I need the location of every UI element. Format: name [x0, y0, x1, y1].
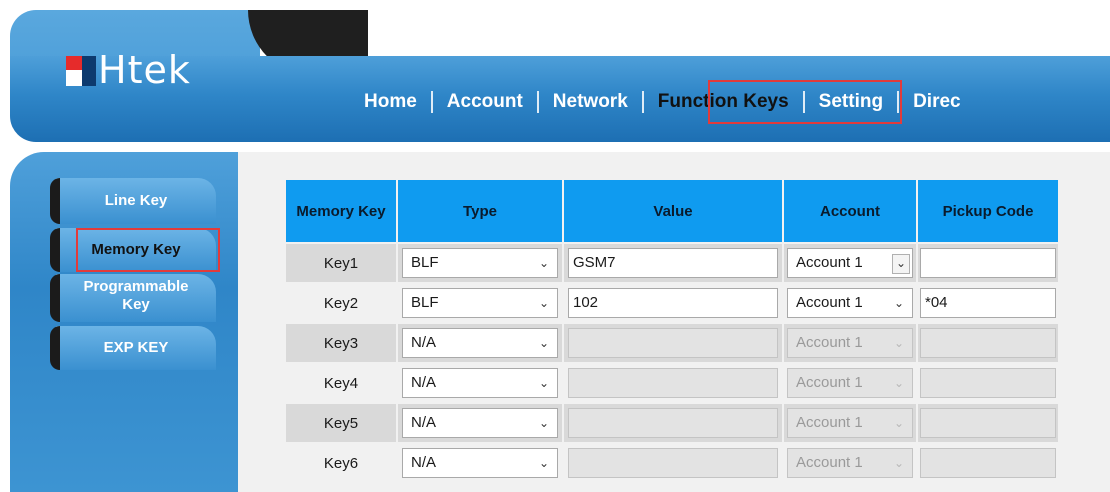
key-name: Key2 — [286, 284, 396, 322]
chevron-down-icon: ⌄ — [538, 456, 549, 470]
key-name: Key5 — [286, 404, 396, 442]
pickup-code-input — [920, 448, 1056, 478]
sidebar-item-line-key[interactable]: Line Key — [50, 178, 216, 224]
account-select: Account 1 ⌄ — [787, 408, 913, 438]
account-value: Account 1 — [796, 454, 863, 471]
chevron-down-icon: ⌄ — [538, 296, 549, 310]
column-header: Type — [398, 180, 562, 242]
sidebar-active-highlight — [76, 228, 220, 272]
nav-home[interactable]: Home — [350, 91, 431, 113]
value-input — [568, 328, 778, 358]
column-header: Memory Key — [286, 180, 396, 242]
pickup-code-input[interactable]: *04 — [920, 288, 1056, 318]
value-input — [568, 368, 778, 398]
type-select[interactable]: N/A ⌄ — [402, 448, 558, 478]
chevron-down-icon: ⌄ — [892, 254, 910, 274]
nav-network[interactable]: Network — [539, 91, 642, 113]
account-value: Account 1 — [796, 374, 863, 391]
chevron-down-icon: ⌄ — [893, 296, 904, 310]
sidebar-item-programmable-key[interactable]: Programmable Key — [50, 274, 216, 322]
chevron-down-icon: ⌄ — [538, 416, 549, 430]
logo-text: Htek — [98, 48, 191, 92]
value-input — [568, 448, 778, 478]
pickup-code-input — [920, 328, 1056, 358]
value-input — [568, 408, 778, 438]
table-row: Key2 BLF ⌄ 102 Account 1 ⌄ *04 — [286, 284, 1058, 322]
key-name: Key3 — [286, 324, 396, 362]
chevron-down-icon: ⌄ — [893, 456, 904, 470]
type-value: N/A — [411, 374, 437, 391]
type-value: BLF — [411, 254, 439, 271]
key-name: Key1 — [286, 244, 396, 282]
memory-key-table: Memory Key Type Value Account Pickup Cod… — [284, 178, 1060, 484]
type-value: BLF — [411, 294, 439, 311]
account-select: Account 1 ⌄ — [787, 448, 913, 478]
pickup-code-input — [920, 368, 1056, 398]
type-select[interactable]: N/A ⌄ — [402, 368, 558, 398]
table-row: Key1 BLF ⌄ GSM7 Account 1 ⌄ — [286, 244, 1058, 282]
type-select[interactable]: BLF ⌄ — [402, 248, 558, 278]
sidebar-item-label: EXP KEY — [103, 339, 169, 356]
table-row: Key3 N/A ⌄ Account 1 ⌄ — [286, 324, 1058, 362]
account-value: Account 1 — [796, 254, 863, 271]
column-header: Account — [784, 180, 916, 242]
nav-directory[interactable]: Direc — [899, 91, 975, 113]
chevron-down-icon: ⌄ — [893, 376, 904, 390]
chevron-down-icon: ⌄ — [893, 416, 904, 430]
nav-active-highlight — [708, 80, 902, 124]
type-select[interactable]: BLF ⌄ — [402, 288, 558, 318]
account-value: Account 1 — [796, 414, 863, 431]
type-value: N/A — [411, 414, 437, 431]
type-value: N/A — [411, 454, 437, 471]
sidebar-item-label: Key — [122, 296, 150, 313]
account-select: Account 1 ⌄ — [787, 368, 913, 398]
chevron-down-icon: ⌄ — [538, 336, 549, 350]
sidebar-item-label: Line Key — [104, 192, 168, 209]
table-row: Key6 N/A ⌄ Account 1 ⌄ — [286, 444, 1058, 482]
type-select[interactable]: N/A ⌄ — [402, 408, 558, 438]
chevron-down-icon: ⌄ — [538, 256, 549, 270]
table-row: Key5 N/A ⌄ Account 1 ⌄ — [286, 404, 1058, 442]
sidebar-item-exp-key[interactable]: EXP KEY — [50, 326, 216, 370]
value-input[interactable]: GSM7 — [568, 248, 778, 278]
value-input[interactable]: 102 — [568, 288, 778, 318]
type-value: N/A — [411, 334, 437, 351]
chevron-down-icon: ⌄ — [538, 376, 549, 390]
pickup-code-input — [920, 408, 1056, 438]
sidebar-item-label: Programmable — [83, 278, 189, 295]
pickup-code-input[interactable] — [920, 248, 1056, 278]
nav-account[interactable]: Account — [433, 91, 537, 113]
column-header: Value — [564, 180, 782, 242]
account-select: Account 1 ⌄ — [787, 328, 913, 358]
column-header: Pickup Code — [918, 180, 1058, 242]
account-value: Account 1 — [796, 294, 863, 311]
table-row: Key4 N/A ⌄ Account 1 ⌄ — [286, 364, 1058, 402]
key-name: Key4 — [286, 364, 396, 402]
account-select[interactable]: Account 1 ⌄ — [787, 248, 913, 278]
account-value: Account 1 — [796, 334, 863, 351]
account-select[interactable]: Account 1 ⌄ — [787, 288, 913, 318]
chevron-down-icon: ⌄ — [893, 336, 904, 350]
key-name: Key6 — [286, 444, 396, 482]
type-select[interactable]: N/A ⌄ — [402, 328, 558, 358]
